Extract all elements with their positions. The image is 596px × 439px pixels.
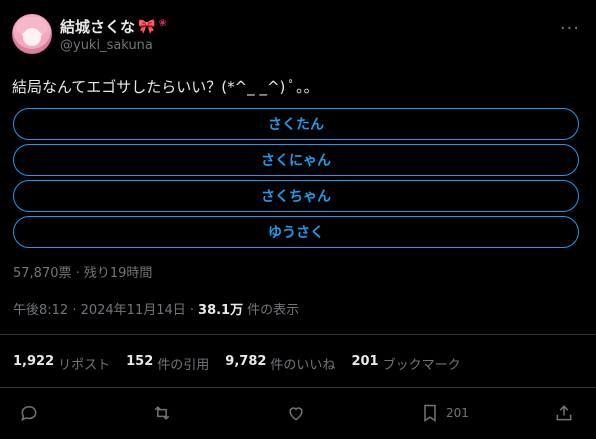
stat-likes[interactable]: 9,782 件のいいね <box>225 354 335 373</box>
views-label: 件の表示 <box>247 303 300 318</box>
paw-icon: ❀ <box>158 17 167 29</box>
display-name[interactable]: 結城さくな <box>60 16 135 37</box>
action-bar: 201 <box>0 398 596 428</box>
poll-option-4[interactable]: ゆうさく <box>13 216 579 248</box>
poll-option-2[interactable]: さくにゃん <box>13 144 579 176</box>
divider <box>0 387 596 388</box>
bookmark-count: 201 <box>446 406 469 420</box>
stat-label: 件のいいね <box>270 358 336 373</box>
views-count: 38.1万 <box>198 303 244 318</box>
name-row: 結城さくな 🎀 ❀ <box>60 16 167 37</box>
stat-count: 201 <box>351 354 379 369</box>
avatar-face <box>23 28 41 46</box>
ribbon-icon: 🎀 <box>138 18 156 35</box>
share-button[interactable] <box>554 402 574 424</box>
engagement-stats: 1,922 リポスト 152 件の引用 9,782 件のいいね 201 ブックマ… <box>13 354 461 373</box>
more-options-icon[interactable]: ··· <box>560 18 580 39</box>
avatar[interactable] <box>12 14 52 54</box>
bookmark-icon <box>424 404 436 422</box>
stat-label: リポスト <box>58 358 111 373</box>
divider <box>0 334 596 335</box>
user-handle[interactable]: @yuki_sakuna <box>60 38 153 53</box>
poll: さくたん さくにゃん さくちゃん ゆうさく <box>13 108 579 252</box>
stat-count: 1,922 <box>13 354 55 369</box>
share-icon <box>556 405 572 421</box>
tweet-timestamp: 午後8:12 · 2024年11月14日 · 38.1万 件の表示 <box>13 299 299 318</box>
stat-quotes[interactable]: 152 件の引用 <box>126 354 209 373</box>
bookmark-button[interactable]: 201 <box>420 402 469 424</box>
poll-meta: 57,870票 · 残り19時間 <box>13 266 153 281</box>
repost-icon <box>154 406 170 420</box>
stat-label: ブックマーク <box>382 358 461 373</box>
repost-button[interactable] <box>152 402 172 424</box>
reply-button[interactable] <box>19 402 39 424</box>
stat-count: 9,782 <box>225 354 267 369</box>
tweet-text: 結局なんてエゴサしたらいい？(*^_ _^) ﾟ｡｡ <box>12 78 312 96</box>
stat-reposts[interactable]: 1,922 リポスト <box>13 354 110 373</box>
heart-icon <box>289 407 303 421</box>
stat-bookmarks[interactable]: 201 ブックマーク <box>351 354 460 373</box>
timestamp-time[interactable]: 午後8:12 · 2024年11月14日 · <box>13 299 194 318</box>
stat-label: 件の引用 <box>157 358 210 373</box>
like-button[interactable] <box>286 402 306 424</box>
poll-option-1[interactable]: さくたん <box>13 108 579 140</box>
reply-icon <box>21 405 37 422</box>
stat-count: 152 <box>126 354 154 369</box>
tweet-header: 結城さくな 🎀 ❀ @yuki_sakuna ··· <box>12 14 584 58</box>
poll-option-3[interactable]: さくちゃん <box>13 180 579 212</box>
